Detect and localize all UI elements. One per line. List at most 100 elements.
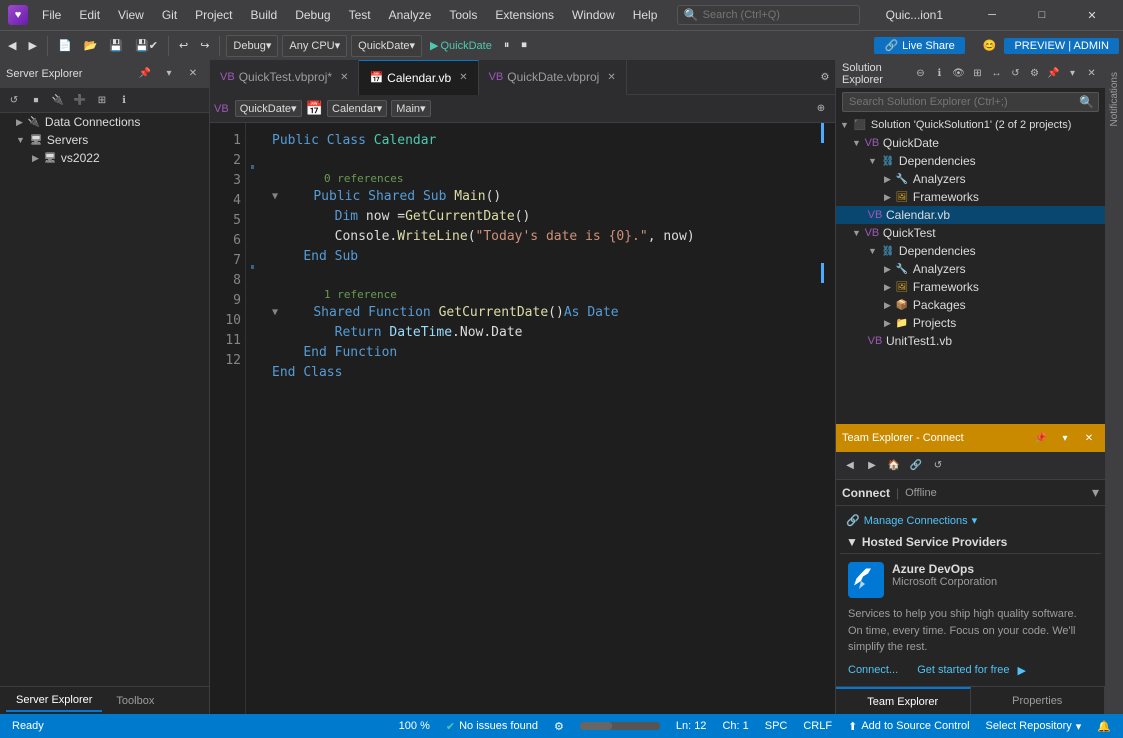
te-tab-team-explorer[interactable]: Team Explorer [836,687,971,714]
bottom-tab-toolbox[interactable]: Toolbox [106,691,164,711]
connect-link[interactable]: Connect... [848,664,898,677]
menu-analyze[interactable]: Analyze [381,4,440,26]
tree-item-frameworks[interactable]: ▶ 🖼 Frameworks [836,188,1105,206]
server-explorer-menu-button[interactable]: ▾ [159,64,179,84]
tree-item-quicktest-dependencies[interactable]: ▼ ⛓ Dependencies [836,242,1105,260]
tree-item-qt-frameworks[interactable]: ▶ 🖼 Frameworks [836,278,1105,296]
tab-close-quickdate[interactable]: ✕ [607,72,615,83]
te-pin-button[interactable]: 📌 [1031,428,1051,448]
te-menu-button[interactable]: ▾ [1055,428,1075,448]
status-spc[interactable]: SPC [761,720,792,732]
notifications-label[interactable]: Notifications [1107,64,1122,134]
select-repository-button[interactable]: Select Repository ▾ [982,720,1086,733]
menu-extensions[interactable]: Extensions [487,4,562,26]
method-dropdown[interactable]: Main ▾ [391,100,430,117]
code-content[interactable]: Public Class Calendar 0 references ▼ Pub… [260,123,821,714]
forward-button[interactable]: ▶ [24,37,40,54]
se-close-button[interactable]: ✕ [1084,64,1099,84]
tree-item-data-connections[interactable]: ▶ 🔌 Data Connections [0,113,209,131]
status-ch[interactable]: Ch: 1 [718,720,752,732]
menu-test[interactable]: Test [341,4,379,26]
close-button[interactable]: ✕ [1069,0,1115,30]
new-file-button[interactable]: 📄 [54,37,76,54]
code-editor[interactable]: 1 2 3 4 5 6 7 8 9 10 11 12 [210,123,835,714]
te-forward-button[interactable]: ▶ [862,456,882,476]
namespace-dropdown[interactable]: QuickDate ▾ [235,100,302,117]
server-explorer-close-button[interactable]: ✕ [183,64,203,84]
se-collapse-button[interactable]: ⊖ [913,64,928,84]
add-to-source-control-button[interactable]: ⬆ Add to Source Control [844,720,973,733]
se-sync-button[interactable]: ↔ [989,64,1004,84]
title-search-input[interactable] [703,9,853,21]
se-stop-button[interactable]: ⏹ [26,90,46,110]
tree-item-solution[interactable]: ▼ ⬛ Solution 'QuickSolution1' (2 of 2 pr… [836,116,1105,134]
tree-item-quickdate[interactable]: ▼ VB QuickDate [836,134,1105,152]
live-share-button[interactable]: 🔗 🔗 Live Share Live Share [874,37,964,54]
se-props-button[interactable]: ℹ [114,90,134,110]
menu-debug[interactable]: Debug [287,4,338,26]
tab-close-calendar[interactable]: ✕ [459,72,467,83]
se-filter-btn2[interactable]: ⊞ [970,64,985,84]
se-refresh-button[interactable]: ↺ [4,90,24,110]
expand-code-button[interactable]: ⊕ [811,99,831,119]
minimize-button[interactable]: ─ [969,0,1015,30]
notification-bell-button[interactable]: 🔔 [1093,720,1115,733]
se-show-all-button[interactable]: 👁 [951,64,966,84]
se-filter-button[interactable]: ⊞ [92,90,112,110]
status-ready[interactable]: Ready [8,720,48,732]
menu-help[interactable]: Help [625,4,666,26]
tree-item-analyzers[interactable]: ▶ 🔧 Analyzers [836,170,1105,188]
menu-tools[interactable]: Tools [441,4,485,26]
se-add-button[interactable]: ➕ [70,90,90,110]
menu-file[interactable]: File [34,4,69,26]
fold-button-3[interactable]: ▼ [272,187,278,207]
title-search-box[interactable]: 🔍 [677,5,860,25]
preview-admin-button[interactable]: PREVIEW | ADMIN [1004,38,1119,54]
tab-close-quicktest[interactable]: ✕ [340,72,348,83]
menu-view[interactable]: View [110,4,152,26]
platform-dropdown[interactable]: Any CPU ▾ [282,35,347,57]
se-search-box[interactable]: 🔍 [842,92,1099,112]
tab-quickdate-vbproj[interactable]: VB QuickDate.vbproj ✕ [479,60,627,95]
tree-item-calendar-vb[interactable]: VB Calendar.vb [836,206,1105,224]
te-close-button[interactable]: ✕ [1079,428,1099,448]
se-refresh-btn[interactable]: ↺ [1008,64,1023,84]
tree-item-vs2022[interactable]: ▶ 🖥 vs2022 [0,149,209,167]
status-settings[interactable]: ⚙ [550,720,568,733]
se-pin-button[interactable]: 📌 [1046,64,1061,84]
se-menu-btn[interactable]: ▾ [1065,64,1080,84]
save-button[interactable]: 💾 [105,37,127,54]
se-search-input[interactable] [843,94,1075,110]
get-started-link[interactable]: Get started for free [917,664,1009,677]
tab-calendar-vb[interactable]: 📅 Calendar.vb ✕ [359,60,478,95]
te-connect-icon[interactable]: 🔗 [906,456,926,476]
feedback-button[interactable]: 😊 [979,37,1001,54]
tab-quicktest-vbproj[interactable]: VB QuickTest.vbproj* ✕ [210,60,359,95]
back-button[interactable]: ◀ [4,37,20,54]
tree-item-servers[interactable]: ▼ 🖥 Servers [0,131,209,149]
te-refresh-btn[interactable]: ↺ [928,456,948,476]
stop-button[interactable]: ⏹ [517,37,531,54]
status-no-issues[interactable]: ✔ No issues found [442,720,542,733]
te-home-button[interactable]: 🏠 [884,456,904,476]
menu-project[interactable]: Project [187,4,240,26]
fold-button-8[interactable]: ▼ [272,303,278,323]
menu-build[interactable]: Build [243,4,286,26]
startup-project-dropdown[interactable]: QuickDate ▾ [351,35,422,57]
te-manage-connections[interactable]: 🔗 Manage Connections ▾ [840,510,1101,531]
pause-button[interactable]: ⏸ [500,37,514,54]
te-tab-properties[interactable]: Properties [971,687,1106,714]
save-all-button[interactable]: 💾✔ [131,37,162,54]
te-back-button[interactable]: ◀ [840,456,860,476]
editor-tab-menu-button[interactable]: ⚙ [815,67,835,87]
run-button[interactable]: ▶ QuickDate [426,37,496,54]
se-props-btn[interactable]: ℹ [932,64,947,84]
tree-item-quickdate-dependencies[interactable]: ▼ ⛓ Dependencies [836,152,1105,170]
class-dropdown[interactable]: Calendar ▾ [327,100,387,117]
tree-item-qt-analyzers[interactable]: ▶ 🔧 Analyzers [836,260,1105,278]
debug-config-dropdown[interactable]: Debug ▾ [226,35,278,57]
se-settings-btn[interactable]: ⚙ [1027,64,1042,84]
menu-git[interactable]: Git [154,4,185,26]
tree-item-projects[interactable]: ▶ 📁 Projects [836,314,1105,332]
status-ln[interactable]: Ln: 12 [672,720,711,732]
